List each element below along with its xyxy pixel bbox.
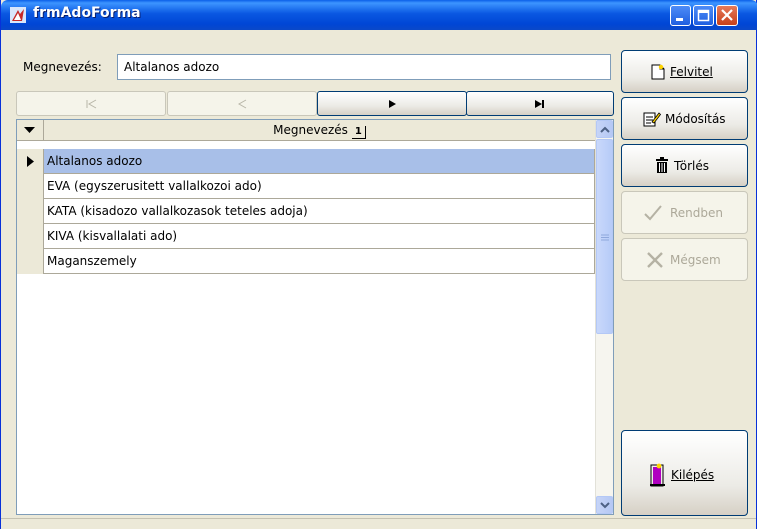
- table-cell[interactable]: KIVA (kisvallalati ado): [44, 224, 595, 248]
- window-title: frmAdoForma: [33, 5, 141, 21]
- nav-first-button[interactable]: [16, 91, 166, 116]
- new-document-icon: [651, 64, 665, 80]
- chevron-down-icon: [600, 502, 610, 509]
- row-indicator: [17, 149, 44, 174]
- megsem-button[interactable]: Mégsem: [621, 238, 748, 281]
- last-record-icon: [535, 99, 544, 108]
- table-cell[interactable]: KATA (kisadozo vallalkozasok teteles ado…: [44, 199, 595, 223]
- modositas-label: Módosítás: [665, 112, 726, 126]
- close-icon: [721, 9, 733, 21]
- nav-next-button[interactable]: [317, 91, 467, 116]
- minimize-button[interactable]: [670, 5, 691, 26]
- row-indicator: [17, 249, 44, 274]
- chevron-up-icon: [600, 126, 610, 133]
- torles-button[interactable]: Törlés: [621, 144, 748, 187]
- table-cell[interactable]: Altalanos adozo: [44, 149, 595, 173]
- table-row[interactable]: EVA (egyszerusitett vallalkozoi ado): [17, 174, 595, 199]
- prior-record-icon: [237, 99, 247, 108]
- dropdown-arrow-icon: [24, 127, 35, 133]
- grid-header-indicator[interactable]: [17, 120, 44, 141]
- title-bar[interactable]: frmAdoForma: [1, 0, 757, 30]
- torles-label: Törlés: [674, 159, 710, 173]
- cancel-x-icon: [647, 252, 663, 268]
- app-icon: [10, 7, 26, 23]
- name-input[interactable]: [117, 54, 611, 80]
- data-grid[interactable]: Megnevezés 1 Altalanos adozo EVA (egyszer…: [16, 119, 614, 515]
- name-label: Megnevezés:: [23, 60, 102, 74]
- scroll-thumb[interactable]: [596, 139, 613, 334]
- table-cell[interactable]: Maganszemely: [44, 249, 595, 273]
- table-row[interactable]: KATA (kisadozo vallalkozasok teteles ado…: [17, 199, 595, 224]
- first-record-icon: [86, 99, 97, 108]
- table-row[interactable]: KIVA (kisvallalati ado): [17, 224, 595, 249]
- megsem-label: Mégsem: [670, 253, 721, 267]
- nav-prior-button[interactable]: [167, 91, 317, 116]
- main-window: frmAdoForma Megnevezés: Megnevezés1: [0, 0, 757, 529]
- checkmark-icon: [644, 205, 662, 221]
- felvitel-label: Felvitel: [670, 65, 713, 79]
- table-row[interactable]: Maganszemely: [17, 249, 595, 274]
- felvitel-button[interactable]: Felvitel: [621, 50, 748, 93]
- edit-document-icon: [643, 112, 661, 127]
- scroll-up-button[interactable]: [596, 120, 613, 138]
- row-indicator: [17, 224, 44, 249]
- row-indicator: [17, 199, 44, 224]
- grip-icon: [601, 234, 609, 241]
- modositas-button[interactable]: Módosítás: [621, 97, 748, 140]
- nav-last-button[interactable]: [466, 91, 614, 116]
- kilepes-button[interactable]: Kilépés: [621, 430, 748, 516]
- current-row-icon: [27, 156, 34, 167]
- maximize-icon: [697, 9, 710, 22]
- rendben-label: Rendben: [670, 206, 724, 220]
- close-button[interactable]: [716, 5, 738, 26]
- column-header-label: Megnevezés: [273, 123, 348, 137]
- exit-door-icon: [650, 463, 665, 487]
- vertical-scrollbar[interactable]: [595, 120, 613, 514]
- kilepes-label: Kilépés: [671, 468, 715, 482]
- status-bar: [1, 518, 756, 529]
- table-cell[interactable]: EVA (egyszerusitett vallalkozoi ado): [44, 174, 595, 198]
- minimize-icon: [676, 18, 683, 21]
- next-record-icon: [389, 99, 396, 108]
- rendben-button[interactable]: Rendben: [621, 191, 748, 234]
- column-header-megnevezes[interactable]: Megnevezés 1: [44, 120, 595, 141]
- scroll-down-button[interactable]: [596, 496, 613, 514]
- table-row[interactable]: Altalanos adozo: [17, 149, 595, 174]
- maximize-button[interactable]: [693, 5, 714, 26]
- row-indicator: [17, 174, 44, 199]
- sort-index-badge: 1: [351, 126, 366, 139]
- trash-icon: [656, 157, 668, 173]
